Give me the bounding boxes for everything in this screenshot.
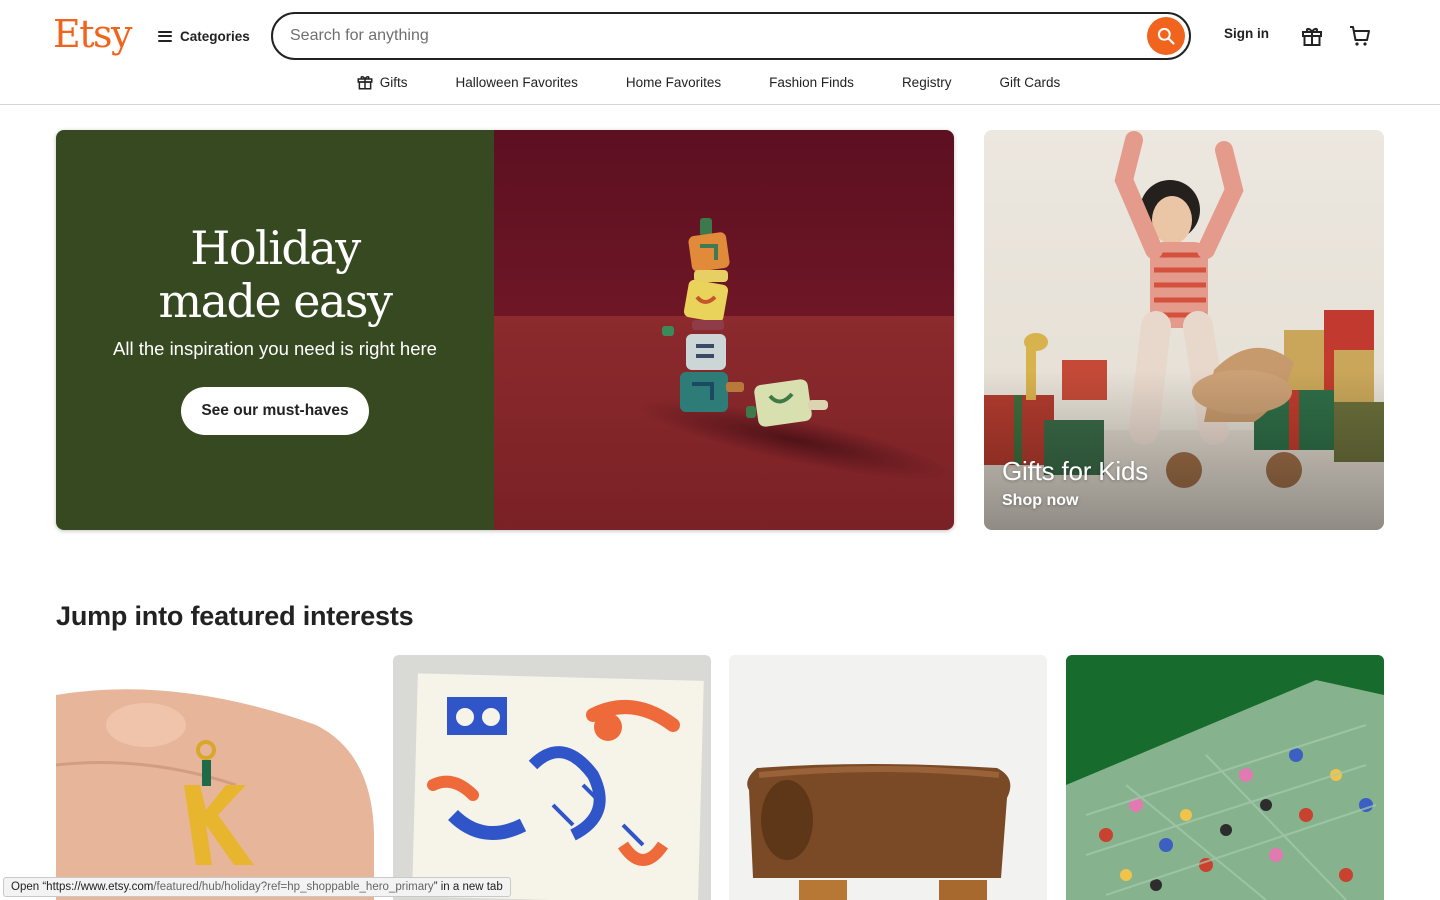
- menu-icon: [158, 30, 172, 42]
- hero-title-line2: made easy: [158, 274, 393, 328]
- holiday-hero-banner[interactable]: Holiday made easy All the inspiration yo…: [56, 130, 954, 530]
- interest-card-pommel-horse[interactable]: [729, 655, 1047, 900]
- categories-label: Categories: [180, 28, 250, 44]
- subnav-item-registry[interactable]: Registry: [878, 70, 976, 94]
- status-prefix: Open “: [11, 881, 47, 893]
- hero-title: Holiday made easy: [56, 222, 494, 328]
- status-suffix: ” in a new tab: [433, 881, 503, 893]
- etsy-logo[interactable]: Etsy: [53, 10, 132, 58]
- dancing-print-image: [393, 655, 711, 900]
- gifts-for-kids-title: Gifts for Kids: [1002, 456, 1149, 486]
- subnav-label: Gifts: [379, 74, 408, 90]
- subnav-item-fashion-finds[interactable]: Fashion Finds: [745, 70, 878, 94]
- subnav-item-halloween-favorites[interactable]: Halloween Favorites: [432, 70, 602, 94]
- interest-card-letter-charm[interactable]: [56, 655, 374, 900]
- puzzle-image: [1066, 655, 1384, 900]
- featured-interests-heading: Jump into featured interests: [56, 601, 414, 631]
- hero-subtitle: All the inspiration you need is right he…: [113, 338, 437, 359]
- search-button[interactable]: [1147, 17, 1185, 55]
- interest-card-art-print[interactable]: [393, 655, 711, 900]
- subnav-item-gifts[interactable]: Gifts: [356, 70, 432, 94]
- see-must-haves-button[interactable]: See our must-haves: [181, 387, 369, 435]
- site-header: Etsy Categories Sign in: [0, 0, 1440, 105]
- subnav-item-home-favorites[interactable]: Home Favorites: [602, 70, 745, 94]
- search-input[interactable]: [273, 16, 1133, 56]
- sign-in-link[interactable]: Sign in: [1224, 26, 1269, 41]
- shop-now-link[interactable]: Shop now: [1002, 492, 1078, 510]
- gift-icon: [357, 76, 373, 90]
- status-url-path: /featured/hub/holiday?ref=hp_shoppable_h…: [153, 881, 434, 893]
- gold-letter-charm-image: [56, 655, 374, 900]
- cart-icon: [1350, 26, 1370, 46]
- pommel-horse-image: [729, 655, 1047, 900]
- interest-card-puzzle[interactable]: [1066, 655, 1384, 900]
- gift-mode-button[interactable]: [1298, 22, 1326, 50]
- subnav-item-gift-cards[interactable]: Gift Cards: [975, 70, 1084, 94]
- link-status-bar: Open “https://www.etsy.com/featured/hub/…: [3, 877, 511, 897]
- gift-icon: [1302, 28, 1322, 46]
- category-subnav: Gifts Halloween Favorites Home Favorites…: [0, 70, 1440, 94]
- dreidel-stack-image: [494, 130, 954, 530]
- status-url-host: https://www.etsy.com: [46, 881, 154, 893]
- gifts-for-kids-promo[interactable]: Gifts for Kids Shop now: [984, 130, 1384, 530]
- search-bar: [271, 12, 1191, 60]
- search-icon: [1157, 27, 1175, 45]
- hero-text-panel: Holiday made easy All the inspiration yo…: [56, 130, 494, 530]
- hero-title-line1: Holiday: [190, 221, 361, 275]
- categories-button[interactable]: Categories: [158, 24, 250, 48]
- cart-button[interactable]: [1346, 22, 1374, 50]
